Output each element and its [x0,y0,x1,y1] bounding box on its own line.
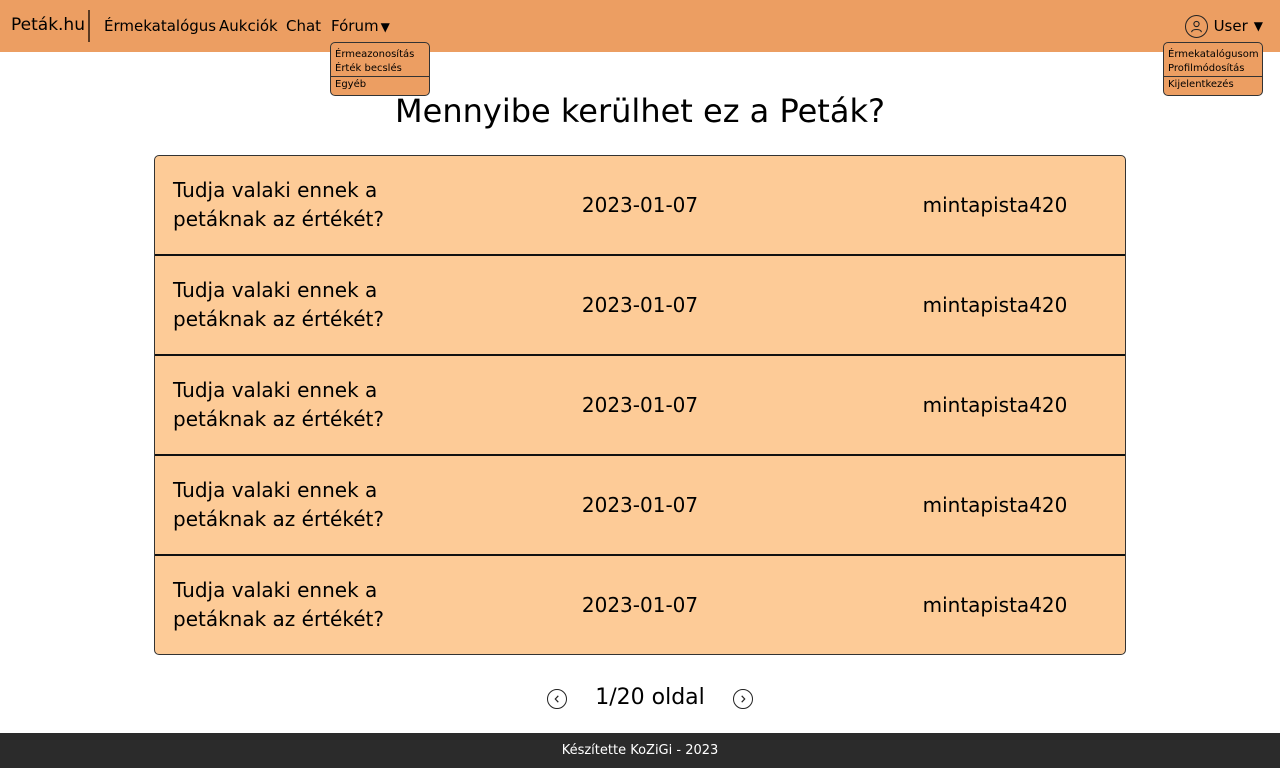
forum-dropdown: Érmeazonosítás Érték becslés Egyéb [330,42,430,96]
post-date: 2023-01-07 [581,393,699,417]
forum-menu-coin-identification[interactable]: Érmeazonosítás [331,48,429,62]
brand-divider [88,10,90,42]
navbar: Peták.hu Érmekatalógus Aukciók Chat Fóru… [0,0,1280,52]
post-date: 2023-01-07 [581,193,699,217]
nav-forum-label: Fórum [331,17,379,35]
user-dropdown-group: Érmekatalógusom Profilmódosítás [1164,43,1262,77]
post-title: Tudja valaki ennek a petáknak az értékét… [173,378,384,431]
post-author: mintapista420 [922,293,1068,317]
user-menu-toggle[interactable]: User ▼ [1184,13,1263,39]
page-title: Mennyibe kerülhet ez a Peták? [395,92,885,130]
chevron-down-icon: ▼ [1253,19,1263,33]
post-row[interactable]: Tudja valaki ennek a petáknak az értékét… [155,256,1125,356]
chevron-left-icon [554,695,559,703]
nav-coin-catalog[interactable]: Érmekatalógus [104,16,216,36]
post-row[interactable]: Tudja valaki ennek a petáknak az értékét… [155,156,1125,256]
user-name: User [1213,17,1248,35]
next-page-button[interactable] [733,689,753,709]
post-title: Tudja valaki ennek a petáknak az értékét… [173,278,384,331]
user-menu-edit-profile[interactable]: Profilmódosítás [1164,62,1262,76]
post-row[interactable]: Tudja valaki ennek a petáknak az értékét… [155,556,1125,654]
nav-chat[interactable]: Chat [286,16,321,36]
post-date: 2023-01-07 [581,493,699,517]
footer: Készítette KoZiGi - 2023 [0,733,1280,768]
post-author: mintapista420 [922,193,1068,217]
post-row[interactable]: Tudja valaki ennek a petáknak az értékét… [155,356,1125,456]
forum-menu-value-estimation[interactable]: Érték becslés [331,62,429,76]
nav-auctions[interactable]: Aukciók [219,16,278,36]
nav-forum[interactable]: Fórum ▼ [331,16,390,37]
user-dropdown: Érmekatalógusom Profilmódosítás Kijelent… [1163,42,1263,96]
post-list: Tudja valaki ennek a petáknak az értékét… [154,155,1126,655]
brand-logo-link[interactable]: Peták.hu [11,14,85,36]
forum-dropdown-group: Érmeazonosítás Érték becslés [331,43,429,77]
post-author: mintapista420 [922,493,1068,517]
post-date: 2023-01-07 [581,593,699,617]
post-row[interactable]: Tudja valaki ennek a petáknak az értékét… [155,456,1125,556]
user-menu-my-catalog[interactable]: Érmekatalógusom [1164,48,1262,62]
post-title: Tudja valaki ennek a petáknak az értékét… [173,578,384,631]
footer-text: Készítette KoZiGi - 2023 [561,743,719,758]
chevron-down-icon: ▼ [380,20,390,34]
post-title: Tudja valaki ennek a petáknak az értékét… [173,478,384,531]
post-author: mintapista420 [922,593,1068,617]
post-title: Tudja valaki ennek a petáknak az értékét… [173,178,384,231]
user-icon [1184,14,1208,38]
chevron-right-icon [741,695,746,703]
post-author: mintapista420 [922,393,1068,417]
previous-page-button[interactable] [547,689,567,709]
post-date: 2023-01-07 [581,293,699,317]
pagination: 1/20 oldal [0,683,1280,717]
page-indicator: 1/20 oldal [595,685,705,710]
